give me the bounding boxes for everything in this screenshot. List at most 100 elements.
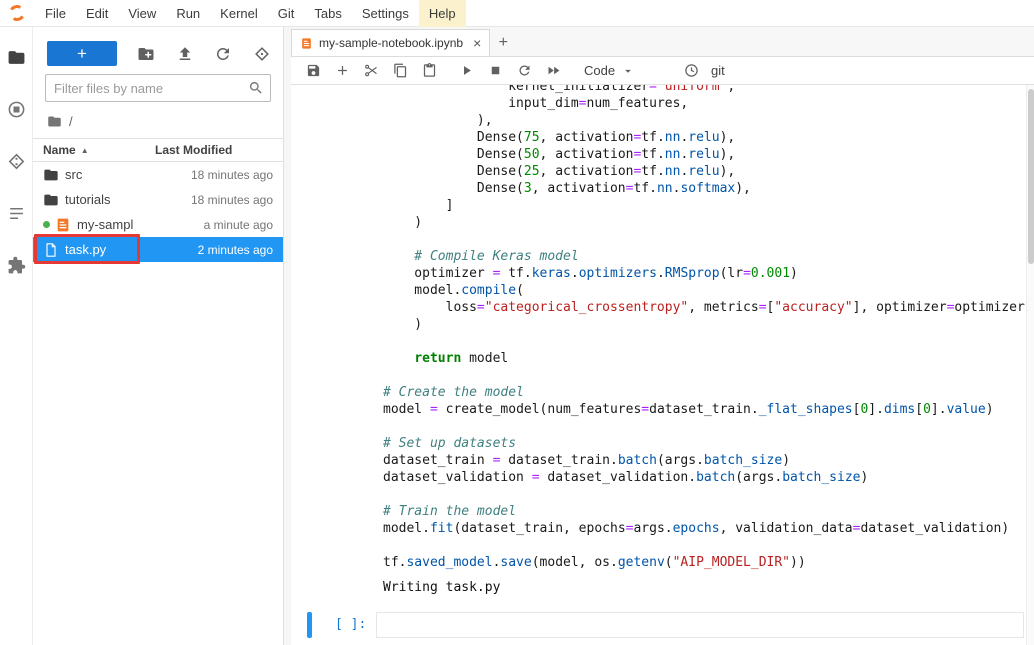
file-filter-input[interactable] <box>45 74 271 102</box>
menu-kernel[interactable]: Kernel <box>210 0 268 27</box>
file-modified: 18 minutes ago <box>161 193 273 207</box>
breadcrumb[interactable]: / <box>47 111 271 131</box>
scrollbar-thumb[interactable] <box>1028 89 1034 264</box>
upload-icon[interactable] <box>176 45 194 63</box>
code-line: optimizer = tf.keras.optimizers.RMSprop(… <box>383 265 1027 282</box>
cell-collapser[interactable] <box>307 612 312 638</box>
paste-icon[interactable] <box>415 59 444 83</box>
menu-edit[interactable]: Edit <box>76 0 118 27</box>
file-name: my-sampl <box>77 217 155 232</box>
cell-output: Writing task.py <box>383 580 1027 595</box>
cell-type-dropdown[interactable]: Code <box>584 63 668 78</box>
code-line: ), <box>383 112 1027 129</box>
tab-bar: my-sample-notebook.ipynb × + <box>291 27 1034 57</box>
file-row[interactable]: src18 minutes ago <box>33 162 283 187</box>
code-line: input_dim=num_features, <box>383 95 1027 112</box>
code-line: model = create_model(num_features=datase… <box>383 401 1027 418</box>
file-list-header: Name ▲ Last Modified <box>33 138 283 162</box>
code-line: Dense(50, activation=tf.nn.relu), <box>383 146 1027 163</box>
file-row[interactable]: tutorials18 minutes ago <box>33 187 283 212</box>
code-line: dataset_validation = dataset_validation.… <box>383 469 1027 486</box>
git-toolbar-label[interactable]: git <box>711 63 725 78</box>
code-line: Dense(25, activation=tf.nn.relu), <box>383 163 1027 180</box>
code-line: model.compile( <box>383 282 1027 299</box>
file-filter <box>45 74 271 102</box>
code-line <box>383 231 1027 248</box>
new-launcher-button[interactable]: + <box>47 41 117 66</box>
code-line <box>383 537 1027 554</box>
breadcrumb-root[interactable]: / <box>69 114 73 129</box>
menu-file[interactable]: File <box>35 0 76 27</box>
code-line: model.fit(dataset_train, epochs=args.epo… <box>383 520 1027 537</box>
folder-icon <box>43 192 59 208</box>
notebook-icon <box>55 217 71 233</box>
code-line: Dense(75, activation=tf.nn.relu), <box>383 129 1027 146</box>
stop-icon[interactable] <box>481 59 510 83</box>
extensions-icon[interactable] <box>6 255 26 275</box>
main-area: my-sample-notebook.ipynb × + <box>291 27 1034 645</box>
menu-help[interactable]: Help <box>419 0 466 27</box>
notebook-tab-icon <box>300 37 313 50</box>
column-last-modified[interactable]: Last Modified <box>155 143 273 157</box>
code-line: tf.saved_model.save(model, os.getenv("AI… <box>383 554 1027 571</box>
file-modified: a minute ago <box>161 218 273 232</box>
home-folder-icon <box>47 114 62 129</box>
annotation-rectangle <box>34 234 140 264</box>
restart-kernel-icon[interactable] <box>510 59 539 83</box>
cut-icon[interactable] <box>357 59 386 83</box>
save-icon[interactable] <box>299 59 328 83</box>
run-icon[interactable] <box>452 59 481 83</box>
jupyterlab-window: File Edit View Run Kernel Git Tabs Setti… <box>0 0 1034 645</box>
file-browser-icon[interactable] <box>6 47 26 67</box>
file-modified: 2 minutes ago <box>161 243 273 257</box>
code-line <box>383 367 1027 384</box>
code-line: ) <box>383 316 1027 333</box>
code-line: return model <box>383 350 1027 367</box>
tab-notebook[interactable]: my-sample-notebook.ipynb × <box>291 29 490 56</box>
running-indicator <box>43 221 50 228</box>
code-line: # Train the model <box>383 503 1027 520</box>
refresh-icon[interactable] <box>214 45 232 63</box>
menu-tabs[interactable]: Tabs <box>304 0 351 27</box>
cell-type-value: Code <box>584 63 615 78</box>
code-line <box>383 418 1027 435</box>
code-line <box>383 486 1027 503</box>
code-editor[interactable]: kernel_initializer="uniform", input_dim=… <box>383 85 1027 571</box>
code-line: # Compile Keras model <box>383 248 1027 265</box>
code-cell[interactable]: kernel_initializer="uniform", input_dim=… <box>291 85 1027 605</box>
copy-icon[interactable] <box>386 59 415 83</box>
code-line <box>383 333 1027 350</box>
code-line: ] <box>383 197 1027 214</box>
jupyter-logo-icon <box>7 3 26 22</box>
code-line: dataset_train = dataset_train.batch(args… <box>383 452 1027 469</box>
file-modified: 18 minutes ago <box>161 168 273 182</box>
code-line: ) <box>383 214 1027 231</box>
menu-run[interactable]: Run <box>166 0 210 27</box>
toc-icon[interactable] <box>6 203 26 223</box>
empty-cell-editor[interactable] <box>376 612 1024 638</box>
empty-cell: [ ]: <box>291 612 1024 638</box>
file-browser-panel: + / <box>33 27 284 645</box>
notebook-toolbar: Code git <box>291 57 1034 85</box>
column-name[interactable]: Name ▲ <box>43 143 155 157</box>
running-kernels-icon[interactable] <box>6 99 26 119</box>
code-line: loss="categorical_crossentropy", metrics… <box>383 299 1027 316</box>
history-clock-icon[interactable] <box>684 63 699 78</box>
menu-settings[interactable]: Settings <box>352 0 419 27</box>
menu-view[interactable]: View <box>118 0 166 27</box>
cell-prompt: [ ]: <box>335 617 366 632</box>
menu-git[interactable]: Git <box>268 0 305 27</box>
code-line: kernel_initializer="uniform", <box>383 85 1027 95</box>
scrollbar-track <box>1026 85 1034 645</box>
left-sidebar <box>0 27 33 645</box>
git-clone-icon[interactable] <box>253 45 271 63</box>
panel-splitter[interactable] <box>284 27 291 645</box>
close-icon[interactable]: × <box>473 36 481 50</box>
sort-caret-icon: ▲ <box>81 146 89 155</box>
code-line: # Create the model <box>383 384 1027 401</box>
run-all-icon[interactable] <box>539 59 568 83</box>
git-icon[interactable] <box>6 151 26 171</box>
insert-cell-icon[interactable] <box>328 59 357 83</box>
add-tab-button[interactable]: + <box>490 30 516 56</box>
new-folder-icon[interactable] <box>137 45 155 63</box>
